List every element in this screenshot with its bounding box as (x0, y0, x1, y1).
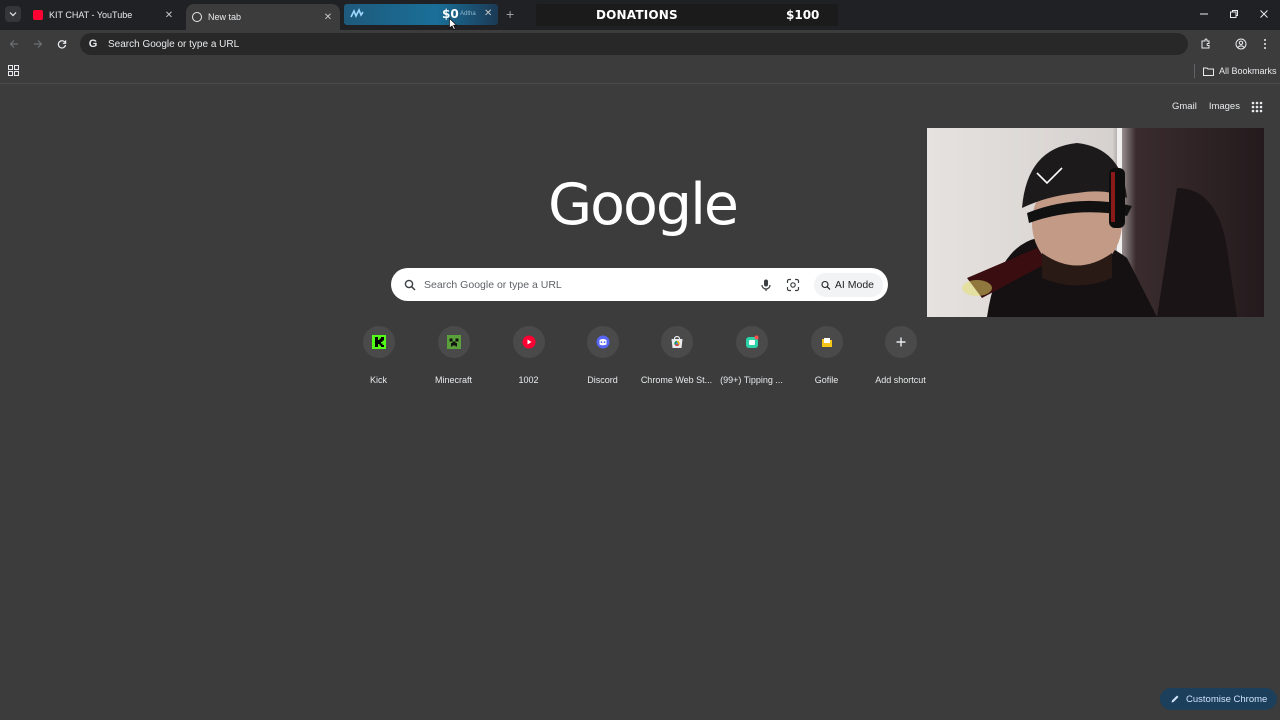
shortcut-1002[interactable]: 1002 (491, 325, 566, 385)
ai-sparkle-search-icon (821, 280, 831, 290)
images-link[interactable]: Images (1209, 101, 1240, 112)
gmail-link[interactable]: Gmail (1172, 101, 1197, 112)
shortcut-label: Kick (369, 375, 387, 385)
new-tab-button[interactable]: + (506, 7, 514, 21)
youtube-icon (522, 335, 535, 349)
shortcut-tipping[interactable]: (99+) Tipping ... (714, 325, 789, 385)
microphone-icon[interactable] (759, 278, 773, 292)
youtube-icon (33, 10, 43, 20)
minimize-button[interactable] (1194, 5, 1214, 23)
google-logo: Google (548, 172, 739, 238)
restore-button[interactable] (1224, 5, 1244, 23)
chrome-web-store-icon (671, 335, 682, 348)
shortcuts-row: Kick Minecraft 1002 Discord Chrome Web S… (0, 325, 1280, 385)
shortcut-label: Discord (587, 375, 618, 385)
donations-goal: $100 (786, 8, 820, 22)
shortcut-icon-circle (810, 326, 843, 358)
shortcut-label: Gofile (814, 375, 839, 385)
shortcut-icon-circle (660, 326, 693, 358)
shortcut-minecraft[interactable]: Minecraft (416, 325, 491, 385)
add-shortcut-button[interactable]: Add shortcut (863, 325, 938, 385)
shortcut-label: (99+) Tipping ... (720, 375, 783, 385)
shortcut-icon-circle (437, 326, 470, 358)
tab-youtube[interactable]: KIT CHAT - YouTube ✕ (27, 4, 181, 26)
google-g-icon: G (88, 38, 98, 50)
minimize-icon (1200, 13, 1208, 15)
discord-icon (596, 335, 609, 349)
webcam-feed-image (927, 128, 1264, 317)
close-icon[interactable]: ✕ (163, 9, 175, 21)
shortcut-gofile[interactable]: Gofile (789, 325, 864, 385)
bookmarks-bar: All Bookmarks (0, 58, 1280, 84)
webcam-overlay (927, 128, 1264, 317)
reload-button[interactable] (54, 36, 70, 52)
shortcut-icon-circle (362, 326, 395, 358)
close-icon[interactable]: ✕ (484, 8, 492, 19)
search-placeholder: Search Google or type a URL (424, 278, 562, 291)
all-bookmarks-label: All Bookmarks (1219, 66, 1277, 76)
google-lens-icon[interactable] (786, 278, 800, 292)
donations-banner: DONATIONS $100 (536, 4, 838, 26)
extensions-button[interactable] (1198, 36, 1214, 52)
close-icon[interactable]: ✕ (322, 11, 334, 23)
forward-button[interactable] (30, 36, 46, 52)
ai-mode-label: AI Mode (834, 278, 874, 291)
folder-icon (1203, 67, 1214, 76)
tipping-icon (745, 335, 758, 348)
arrow-right-icon (34, 40, 43, 48)
shortcut-chrome-web-store[interactable]: Chrome Web St... (639, 325, 714, 385)
shortcut-label: 1002 (518, 375, 539, 385)
address-bar[interactable]: G Search Google or type a URL (80, 33, 1188, 55)
shortcut-discord[interactable]: Discord (565, 325, 640, 385)
all-bookmarks-button[interactable]: All Bookmarks (1194, 64, 1277, 78)
pencil-icon (1171, 695, 1179, 703)
shortcut-label: Chrome Web St... (640, 375, 713, 385)
overlay-small-text: Adtha (460, 11, 476, 17)
toolbar: G Search Google or type a URL (0, 30, 1280, 58)
ai-mode-button[interactable]: AI Mode (813, 272, 883, 297)
search-icon (404, 279, 416, 291)
tab-strip: KIT CHAT - YouTube ✕ New tab ✕ $0 Adtha … (0, 0, 1280, 30)
arrow-left-icon (9, 40, 18, 48)
close-icon (1260, 10, 1268, 18)
chrome-icon (192, 12, 202, 22)
donation-progress-overlay: $0 Adtha ✕ (344, 4, 498, 25)
profile-button[interactable] (1233, 36, 1249, 52)
tab-new-tab[interactable]: New tab ✕ (186, 4, 340, 30)
mouse-cursor-icon (449, 18, 457, 30)
customise-chrome-button[interactable]: Customise Chrome (1160, 688, 1278, 710)
address-bar-text: Search Google or type a URL (108, 38, 240, 50)
minecraft-icon (446, 335, 461, 349)
wave-logo-icon (350, 8, 364, 18)
shortcut-kick[interactable]: Kick (341, 325, 416, 385)
top-links: Gmail Images (1172, 101, 1252, 112)
menu-button[interactable] (1257, 36, 1273, 52)
customise-chrome-label: Customise Chrome (1186, 693, 1268, 705)
apps-grid-icon[interactable] (8, 65, 19, 76)
google-apps-icon[interactable] (1251, 101, 1263, 113)
divider (1194, 64, 1195, 78)
shortcut-icon-circle (884, 326, 917, 358)
shortcut-label: Minecraft (434, 375, 472, 385)
chevron-down-icon (9, 12, 17, 17)
tab-title: New tab (208, 12, 242, 22)
kick-icon (371, 335, 386, 349)
profile-icon (1235, 38, 1247, 50)
donations-label: DONATIONS (596, 8, 678, 22)
restore-icon (1230, 10, 1238, 18)
reload-icon (57, 40, 67, 49)
tab-search-button[interactable] (5, 6, 21, 22)
puzzle-icon (1201, 38, 1210, 49)
search-box[interactable]: Search Google or type a URL AI Mode (391, 268, 888, 301)
plus-icon (896, 337, 905, 347)
shortcut-icon-circle (512, 326, 545, 358)
shortcut-icon-circle (735, 326, 768, 358)
tab-title: KIT CHAT - YouTube (49, 10, 133, 20)
kebab-menu-icon (1264, 39, 1266, 49)
close-window-button[interactable] (1254, 5, 1274, 23)
gofile-icon (821, 338, 832, 347)
back-button[interactable] (6, 36, 22, 52)
shortcut-icon-circle (586, 326, 619, 358)
shortcut-label: Add shortcut (875, 375, 926, 385)
